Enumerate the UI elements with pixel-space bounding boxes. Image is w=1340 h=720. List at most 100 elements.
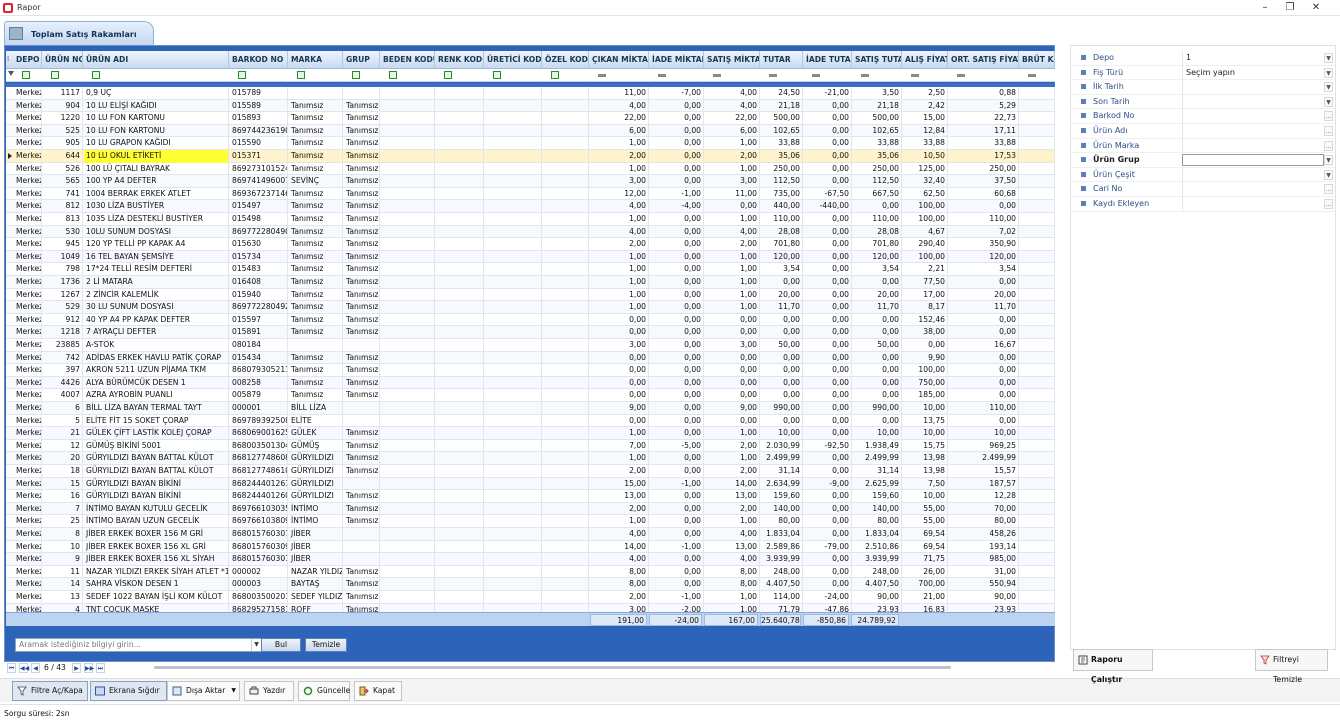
restore-icon[interactable]: ❐: [1279, 1, 1301, 15]
table-row[interactable]: Merkez 741 1004 BERRAK ERKEK ATLET 86936723…: [6, 187, 1055, 201]
filter-condition-icon[interactable]: [598, 74, 606, 77]
table-row[interactable]: Merkez 15 GÜRYILDIZI BAYAN BİKİNİ 868244401…: [6, 477, 1055, 491]
filter-field-value[interactable]: [1182, 94, 1324, 110]
table-row[interactable]: Merkez53010LU SUNUM DOSYASI8697722804904…: [6, 225, 1055, 239]
filter-field-value[interactable]: [1182, 182, 1324, 197]
filter-field[interactable]: Kaydı Ekleyen…: [1071, 197, 1335, 212]
dropdown-icon[interactable]: ▼: [1324, 155, 1333, 166]
column-header[interactable]: İADE MİKTAR: [650, 51, 704, 69]
table-row[interactable]: Merkez 798 17*24 TELLİ RESİM DEFTERİ 015483…: [6, 263, 1055, 276]
dropdown-icon[interactable]: ▼: [1324, 67, 1333, 78]
column-header[interactable]: SATIŞ MİKTAR: [705, 51, 760, 69]
table-row[interactable]: Merkez12GÜMÜŞ BİKİNİ 50018680035013040GÜ…: [6, 439, 1055, 453]
column-header[interactable]: DEPO: [14, 51, 42, 69]
table-row[interactable]: Merkez 1220 10 LU FON KARTONU 015893 Tanımsı…: [6, 112, 1055, 125]
table-row[interactable]: Merkez 905 10 LU GRAPON KAĞIDI 015590 Tanıms…: [6, 137, 1055, 150]
export-dropdown-icon[interactable]: ▼: [231, 682, 236, 700]
prev-page-icon[interactable]: ◀: [31, 663, 40, 673]
table-row[interactable]: Merkez4TNT ÇOCUK MASKE8682952715816ROFFT…: [6, 603, 1055, 612]
ellipsis-icon[interactable]: …: [1324, 140, 1333, 151]
filter-field[interactable]: Ürün Çeşit ▼: [1071, 167, 1335, 183]
filter-field[interactable]: Depo 1 ▼: [1071, 51, 1335, 66]
minimize-icon[interactable]: –: [1254, 1, 1276, 15]
find-button[interactable]: Bul: [261, 638, 301, 652]
column-header[interactable]: ÇIKAN MİKTAR: [590, 51, 649, 69]
filter-field[interactable]: Son Tarih ▼: [1071, 94, 1335, 110]
last-page-icon[interactable]: ⏭: [96, 663, 105, 673]
filter-condition-icon[interactable]: [297, 71, 305, 79]
column-header[interactable]: ÜRÜN ADI: [84, 51, 229, 69]
table-row[interactable]: Merkez 11 NAZAR YILDIZI ERKEK SİYAH ATLET …: [6, 565, 1055, 579]
filter-condition-icon[interactable]: [713, 74, 721, 77]
table-row[interactable]: Merkez 5 ELİTE FİT 15 SOKET ÇORAP 869789392…: [6, 414, 1055, 428]
table-row[interactable]: Merkez 812 1030 LİZA BUSTİYER 015497 Tanımsı…: [6, 200, 1055, 213]
filter-condition-icon[interactable]: [22, 71, 30, 79]
column-header[interactable]: BRÜT KA: [1020, 51, 1055, 69]
filter-field-value[interactable]: [1182, 80, 1324, 95]
filter-field[interactable]: Ürün Grup ▼: [1071, 153, 1335, 168]
close-window-icon[interactable]: ✕: [1305, 1, 1327, 15]
filter-field-value[interactable]: 1: [1182, 51, 1324, 66]
print-button[interactable]: Yazdır: [244, 681, 294, 701]
table-row[interactable]: Merkez565100 YP A4 DEFTER8697414960079SE…: [6, 175, 1055, 188]
filter-condition-icon[interactable]: [658, 74, 666, 77]
table-row[interactable]: Merkez 20 GÜRYILDIZI BAYAN BATTAL KÜLOT 868…: [6, 452, 1055, 465]
table-row[interactable]: Merkez 4426 ALYA BÜRÜMCÜK DESEN 1 008258 Tan…: [6, 376, 1055, 390]
ellipsis-icon[interactable]: …: [1324, 126, 1333, 136]
column-header[interactable]: SATIŞ TUTAR: [853, 51, 902, 69]
table-row[interactable]: Merkez 6 BİLL LİZA BAYAN TERMAL TAYT 000001…: [6, 402, 1055, 415]
filter-condition-icon[interactable]: [551, 71, 559, 79]
table-row[interactable]: Merkez 397 AKRON 5211 UZUN PİJAMA TKM 86807…: [6, 364, 1055, 377]
table-row[interactable]: Merkez 21 GÜLEK ÇİFT LASTİK KOLEJ ÇORAP 868…: [6, 427, 1055, 440]
prev-group-icon[interactable]: ◀◀: [19, 663, 29, 673]
run-report-button[interactable]: Raporu Çalıştır: [1073, 649, 1153, 684]
filter-field-value[interactable]: [1182, 124, 1324, 139]
filter-field[interactable]: İlk Tarih ▼: [1071, 80, 1335, 95]
filter-field-value[interactable]: Seçim yapın: [1182, 65, 1324, 81]
horizontal-scrollbar[interactable]: [154, 666, 951, 669]
table-row[interactable]: Merkez 13 SEDEF 1022 BAYAN İŞLİ KOM KÜLOT 8…: [6, 591, 1055, 604]
filter-field-value[interactable]: [1182, 197, 1324, 212]
table-row[interactable]: Merkez 1117 0,9 UÇ 015789 11,00 -7,00 4,00 24,5…: [6, 87, 1055, 100]
column-header[interactable]: ÜRETİCİ KODU: [485, 51, 542, 69]
filter-field[interactable]: Ürün Marka…: [1071, 138, 1335, 154]
refresh-button[interactable]: Güncelle: [298, 681, 350, 701]
dropdown-icon[interactable]: ▼: [1324, 96, 1333, 107]
filter-condition-icon[interactable]: [238, 71, 246, 79]
table-row[interactable]: Merkez 7 İNTİMO BAYAN KUTULU GECELİK 869766…: [6, 502, 1055, 516]
export-button[interactable]: Dışa Aktar ▼: [167, 681, 240, 701]
filter-field-value[interactable]: [1182, 154, 1324, 167]
next-page-icon[interactable]: ▶: [72, 663, 81, 673]
column-header[interactable]: MARKA: [289, 51, 343, 69]
table-row[interactable]: Merkez 813 1035 LİZA DESTEKLİ BUSTİYER 0154…: [6, 213, 1055, 226]
filter-field-value[interactable]: [1182, 138, 1324, 154]
table-row[interactable]: Merkez 526 100 LÜ ÇITALI BAYRAK 86927310152…: [6, 162, 1055, 176]
column-header[interactable]: ORT. SATIŞ FİYAT: [949, 51, 1019, 69]
table-row[interactable]: Merkez 1049 16 TEL BAYAN ŞEMSİYE 015734 Tanı…: [6, 250, 1055, 264]
filter-condition-icon[interactable]: [389, 71, 397, 79]
next-group-icon[interactable]: ▶▶: [84, 663, 94, 673]
filter-condition-icon[interactable]: [92, 71, 100, 79]
close-button[interactable]: Kapat: [354, 681, 402, 701]
filter-field-value[interactable]: [1182, 109, 1324, 124]
column-header[interactable]: İADE TUTAR: [804, 51, 852, 69]
table-row[interactable]: Merkez 25 İNTİMO BAYAN UZUN GECELİK 8697661…: [6, 515, 1055, 528]
column-header[interactable]: ÜRÜN NO: [43, 51, 83, 69]
filter-field[interactable]: Fiş Türü Seçim yapın ▼: [1071, 65, 1335, 81]
filter-condition-icon[interactable]: [51, 71, 59, 79]
table-row[interactable]: Merkez 9 JİBER ERKEK BOXER 156 XL SİYAH 868…: [6, 553, 1055, 566]
filter-condition-icon[interactable]: [812, 74, 820, 77]
table-row[interactable]: Merkez 1267 2 ZİNCİR KALEMLİK 015940 Tanımsı…: [6, 288, 1055, 302]
filter-row-icon[interactable]: [8, 71, 14, 76]
filter-field[interactable]: Cari No…: [1071, 182, 1335, 197]
table-row[interactable]: Merkez 904 10 LU ELİŞİ KAĞIDI 015589 Tanımsı…: [6, 99, 1055, 113]
fit-screen-button[interactable]: Ekrana Sığdır: [90, 681, 167, 701]
tab-toplam-satis[interactable]: Toplam Satış Rakamları: [4, 21, 154, 45]
filter-condition-icon[interactable]: [911, 74, 919, 77]
table-row[interactable]: Merkez52930 LU SUNUM DOSYASI869772280492…: [6, 301, 1055, 314]
dropdown-icon[interactable]: ▼: [1324, 169, 1333, 180]
filter-field-value[interactable]: [1182, 167, 1324, 183]
table-row[interactable]: Merkez 912 40 YP A4 PP KAPAK DEFTER 015597 T…: [6, 313, 1055, 327]
table-row[interactable]: Merkez 23885 A-STOK 080184 3,00 0,00 3,00 50,00…: [6, 339, 1055, 352]
table-row[interactable]: Merkez 1736 2 Lİ MATARA 016408 Tanımsız Tanım…: [6, 276, 1055, 289]
